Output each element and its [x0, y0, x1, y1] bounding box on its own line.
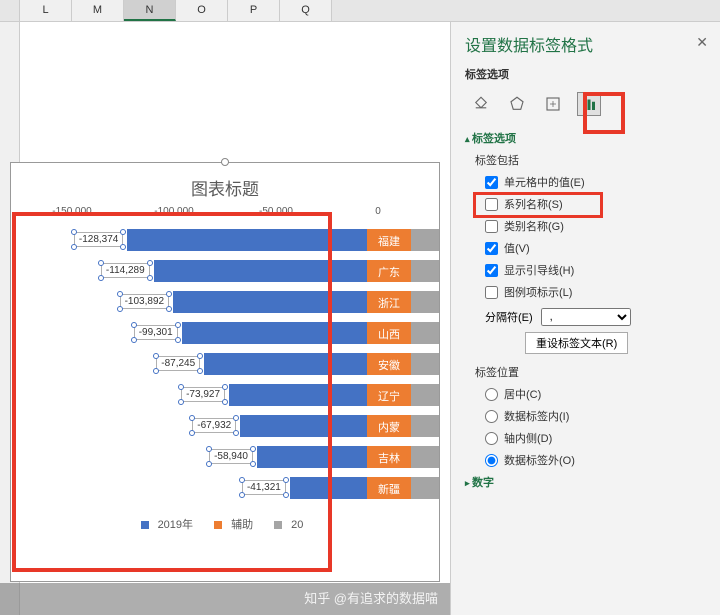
watermark-text: 知乎 @有追求的数据喵: [304, 588, 438, 607]
legend-item: 20: [274, 519, 309, 531]
checkbox-series-name[interactable]: 系列名称(S): [485, 196, 706, 212]
bar-negative[interactable]: [257, 446, 367, 468]
col-O[interactable]: O: [176, 0, 228, 21]
data-label[interactable]: -128,374: [74, 232, 123, 247]
bar-gray[interactable]: [411, 384, 439, 406]
checkbox-category-name[interactable]: 类别名称(G): [485, 218, 706, 234]
radio-outside-end[interactable]: 数据标签外(O): [485, 452, 706, 468]
x-axis: -150,000 -100,000 -50,000 0: [11, 206, 439, 221]
size-icon[interactable]: [541, 92, 565, 116]
column-headers: L M N O P Q: [0, 0, 720, 22]
category-label: 新疆: [367, 481, 411, 497]
close-icon[interactable]: ✕: [696, 34, 708, 51]
col-N[interactable]: N: [124, 0, 176, 21]
col-L[interactable]: L: [20, 0, 72, 21]
category-label: 福建: [367, 233, 411, 249]
axis-tick: -150,000: [21, 206, 123, 217]
axis-tick: -100,000: [123, 206, 225, 217]
label-contains-heading: 标签包括: [475, 152, 706, 168]
data-label[interactable]: -41,321: [242, 480, 286, 495]
pane-icon-tabs: [465, 92, 706, 116]
bar-gray[interactable]: [411, 322, 439, 344]
chart-title[interactable]: 图表标题: [11, 163, 439, 206]
bar-row[interactable]: 内蒙 -67,932: [21, 411, 439, 442]
format-data-labels-pane: ✕ 设置数据标签格式 标签选项 标签选项 标签包括 单元格中的值(E) 系列名称…: [450, 22, 720, 615]
bar-negative[interactable]: [154, 260, 367, 282]
effects-icon[interactable]: [505, 92, 529, 116]
data-label[interactable]: -99,301: [134, 325, 178, 340]
data-label[interactable]: -114,289: [101, 263, 150, 278]
reset-label-text-button[interactable]: 重设标签文本(R): [525, 332, 628, 354]
section-label-options[interactable]: 标签选项: [465, 130, 706, 146]
data-label[interactable]: -87,245: [156, 356, 200, 371]
worksheet-area[interactable]: 图表标题 -150,000 -100,000 -50,000 0 福建 -128,…: [0, 22, 450, 615]
bar-row[interactable]: 安徽 -87,245: [21, 349, 439, 380]
chart-legend[interactable]: 2019年 辅助 20: [11, 510, 439, 538]
col-P[interactable]: P: [228, 0, 280, 21]
col-M[interactable]: M: [72, 0, 124, 21]
bar-row[interactable]: 福建 -128,374: [21, 225, 439, 256]
legend-item: 辅助: [214, 516, 259, 532]
section-number[interactable]: 数字: [465, 474, 706, 490]
embedded-chart[interactable]: 图表标题 -150,000 -100,000 -50,000 0 福建 -128,…: [10, 162, 440, 582]
col-Q[interactable]: Q: [280, 0, 332, 21]
bar-row[interactable]: 新疆 -41,321: [21, 473, 439, 504]
bar-gray[interactable]: [411, 446, 439, 468]
bar-negative[interactable]: [173, 291, 367, 313]
bar-negative[interactable]: [127, 229, 367, 251]
category-label: 安徽: [367, 357, 411, 373]
checkbox-leader-lines[interactable]: 显示引导线(H): [485, 262, 706, 278]
bar-gray[interactable]: [411, 291, 439, 313]
pane-title: 设置数据标签格式: [465, 32, 706, 56]
bar-negative[interactable]: [229, 384, 367, 406]
axis-tick: 0: [327, 206, 429, 217]
radio-inside-end[interactable]: 数据标签内(I): [485, 408, 706, 424]
chart-options-icon[interactable]: [577, 92, 601, 116]
bar-row[interactable]: 浙江 -103,892: [21, 287, 439, 318]
data-label[interactable]: -67,932: [192, 418, 236, 433]
category-label: 山西: [367, 326, 411, 342]
data-label[interactable]: -58,940: [209, 449, 253, 464]
bar-gray[interactable]: [411, 415, 439, 437]
bar-row[interactable]: 山西 -99,301: [21, 318, 439, 349]
category-label: 广东: [367, 264, 411, 280]
bar-negative[interactable]: [182, 322, 367, 344]
separator-label: 分隔符(E): [485, 309, 533, 325]
plot-area[interactable]: 福建 -128,374 广东 -114,289 浙江 -103,892 山西 -99,301 安…: [11, 221, 439, 510]
radio-inside-base[interactable]: 轴内侧(D): [485, 430, 706, 446]
category-label: 浙江: [367, 295, 411, 311]
bar-gray[interactable]: [411, 260, 439, 282]
data-label[interactable]: -73,927: [181, 387, 225, 402]
bar-row[interactable]: 辽宁 -73,927: [21, 380, 439, 411]
pane-subtitle: 标签选项: [465, 66, 706, 82]
separator-select[interactable]: ,: [541, 308, 631, 326]
checkbox-legend-key[interactable]: 图例项标示(L): [485, 284, 706, 300]
bar-negative[interactable]: [204, 353, 367, 375]
category-label: 辽宁: [367, 388, 411, 404]
checkbox-cell-value[interactable]: 单元格中的值(E): [485, 174, 706, 190]
bar-gray[interactable]: [411, 477, 439, 499]
corner-cell: [0, 0, 20, 21]
chart-resize-handle[interactable]: [221, 158, 229, 166]
data-label[interactable]: -103,892: [120, 294, 169, 309]
bar-row[interactable]: 吉林 -58,940: [21, 442, 439, 473]
bar-row[interactable]: 广东 -114,289: [21, 256, 439, 287]
fill-icon[interactable]: [469, 92, 493, 116]
bar-negative[interactable]: [240, 415, 367, 437]
legend-item: 2019年: [141, 516, 199, 532]
label-position-heading: 标签位置: [475, 364, 706, 380]
axis-tick: -50,000: [225, 206, 327, 217]
bar-gray[interactable]: [411, 353, 439, 375]
bar-gray[interactable]: [411, 229, 439, 251]
category-label: 吉林: [367, 450, 411, 466]
checkbox-value[interactable]: 值(V): [485, 240, 706, 256]
category-label: 内蒙: [367, 419, 411, 435]
radio-center[interactable]: 居中(C): [485, 386, 706, 402]
bar-negative[interactable]: [290, 477, 367, 499]
